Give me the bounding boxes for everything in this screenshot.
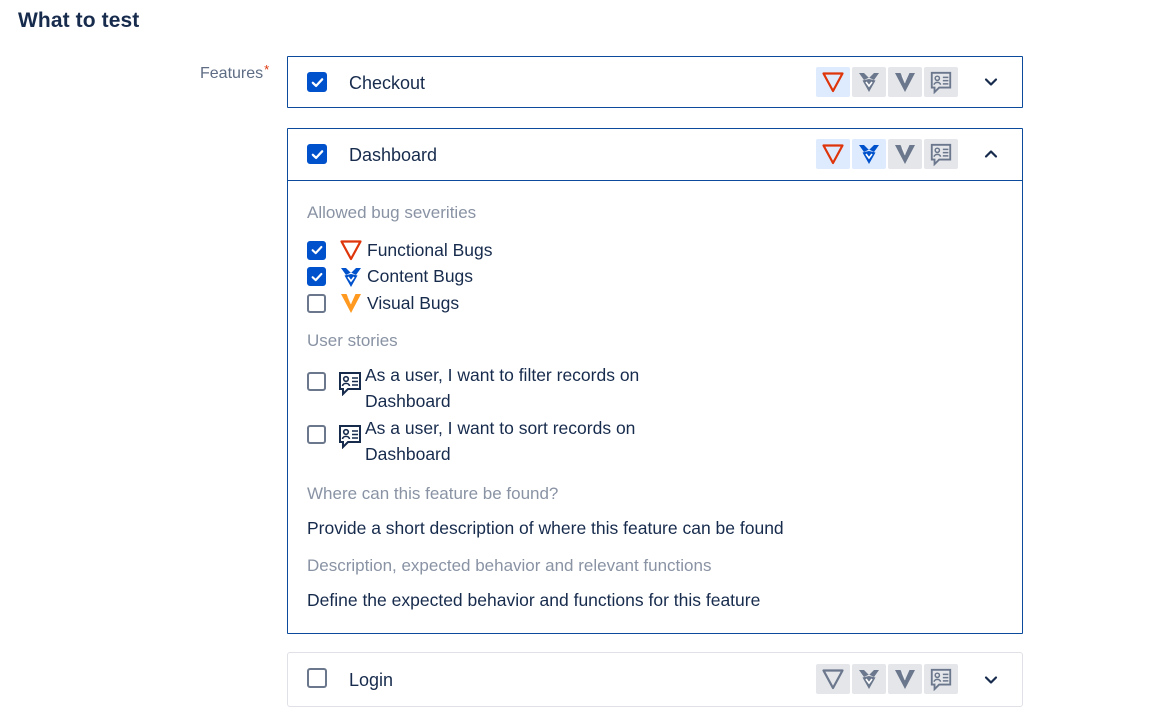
user-story-checkbox[interactable] [307,424,326,444]
section-title: What to test [18,9,140,32]
user-story-item[interactable]: As a user, I want to filter records on D… [307,362,1003,415]
location-field[interactable]: Provide a short description of where thi… [307,518,1003,544]
content-bug-toggle[interactable] [852,664,886,694]
content-bug-icon [857,143,881,165]
feature-name-dashboard: Dashboard [349,145,438,165]
collapse-toggle-dashboard[interactable] [982,145,1000,163]
visual-bug-icon [339,292,363,314]
severity-icon-group [816,664,958,694]
functional-bug-icon [339,239,363,261]
user-story-line: Dashboard [365,444,451,464]
user-story-icon [929,667,953,691]
user-story-checkbox[interactable] [307,371,326,391]
feature-name-checkout: Checkout [349,73,426,93]
feature-card-login: Login [287,652,1023,707]
content-bug-icon [857,71,881,93]
severity-icon-group [816,139,958,169]
feature-card-dashboard: Dashboard Allowed bug severities Functio… [287,128,1023,634]
feature-header-login[interactable]: Login [288,653,1022,706]
chevron-up-icon [983,146,999,162]
feature-card-checkout: Checkout [287,56,1023,108]
visual-bug-toggle[interactable] [888,664,922,694]
functional-bug-toggle[interactable] [816,139,850,169]
functional-bug-toggle[interactable] [816,67,850,97]
severity-list: Functional Bugs Content Bugs Visual Bugs [307,237,1003,317]
user-story-toggle[interactable] [924,139,958,169]
user-story-icon [337,423,363,449]
chevron-down-icon [983,672,999,688]
content-bug-toggle[interactable] [852,67,886,97]
features-label-text: Features [200,65,264,82]
content-bug-toggle[interactable] [852,139,886,169]
severity-checkbox-content[interactable] [307,267,326,287]
user-story-list: As a user, I want to filter records on D… [307,362,1003,468]
severity-option-content[interactable]: Content Bugs [307,264,1003,291]
severity-checkbox-functional[interactable] [307,240,326,260]
location-label: Where can this feature be found? [307,483,559,503]
severity-option-visual[interactable]: Visual Bugs [307,290,1003,317]
description-field[interactable]: Define the expected behavior and functio… [307,590,1003,616]
functional-bug-icon [821,668,845,690]
severity-option-functional[interactable]: Functional Bugs [307,237,1003,264]
visual-bug-icon [893,668,917,690]
content-bug-icon [857,668,881,690]
description-label: Description, expected behavior and relev… [307,555,712,575]
severity-label-visual: Visual Bugs [367,292,460,313]
user-story-icon [337,370,363,396]
user-story-text: As a user, I want to filter records on D… [365,362,665,415]
visual-bug-icon [893,143,917,165]
user-story-item[interactable]: As a user, I want to sort records on Das… [307,415,1003,468]
functional-bug-icon [821,143,845,165]
user-story-toggle[interactable] [924,67,958,97]
user-story-line: As a user, I want to filter records on [365,364,640,385]
feature-name-login: Login [349,670,394,690]
user-story-toggle[interactable] [924,664,958,694]
severity-label-functional: Functional Bugs [367,239,493,260]
chevron-down-icon [983,74,999,90]
severity-icon-group [816,67,958,97]
required-mark: * [264,62,270,77]
user-story-text: As a user, I want to sort records on Das… [365,415,665,468]
visual-bug-icon [893,71,917,93]
content-bug-icon [339,266,363,288]
user-stories-label: User stories [307,330,398,350]
feature-header-checkout[interactable]: Checkout [288,57,1022,108]
features-label: Features* [200,62,270,83]
severity-label-content: Content Bugs [367,266,474,287]
user-story-icon [929,142,953,166]
user-story-line: As a user, I want to sort records on [365,417,636,438]
expand-toggle-checkout[interactable] [982,73,1000,91]
feature-details-dashboard: Allowed bug severities Functional Bugs C… [288,180,1022,634]
feature-checkbox-checkout[interactable] [307,72,327,92]
expand-toggle-login[interactable] [982,671,1000,689]
user-story-icon [929,70,953,94]
user-story-line: Dashboard [365,391,451,411]
feature-checkbox-login[interactable] [307,668,327,688]
functional-bug-icon [821,71,845,93]
visual-bug-toggle[interactable] [888,139,922,169]
functional-bug-toggle[interactable] [816,664,850,694]
severities-label: Allowed bug severities [307,203,477,222]
feature-checkbox-dashboard[interactable] [307,144,327,164]
severity-checkbox-visual[interactable] [307,293,326,313]
visual-bug-toggle[interactable] [888,67,922,97]
feature-header-dashboard[interactable]: Dashboard [288,129,1022,180]
